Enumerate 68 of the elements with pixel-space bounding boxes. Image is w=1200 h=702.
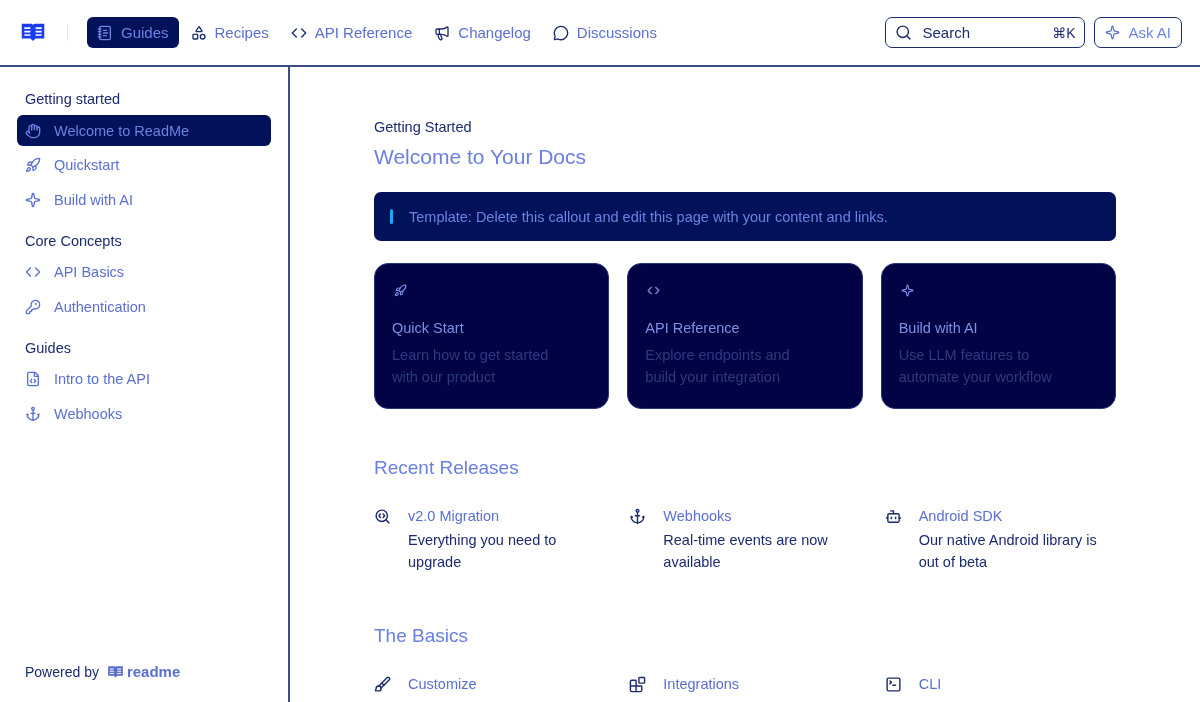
card-title: Quick Start [392, 320, 465, 336]
sidebar-section-title: Core Concepts [24, 232, 123, 249]
terminal-icon [884, 676, 902, 693]
sidebar-section-title: Guides [24, 339, 72, 356]
code-icon [645, 284, 663, 297]
card-description: Explore endpoints and build your integration [645, 346, 791, 387]
callout-accent [390, 209, 393, 224]
powered-by-text: Powered by [25, 663, 99, 680]
link-card[interactable]: Build with AI Use LLM features to automate your workflow [880, 263, 1116, 409]
robot-icon [884, 508, 902, 525]
link-card[interactable]: Quick Start Learn how to get started with our product [374, 263, 610, 409]
callout-text: Template: Delete this callout and edit this page with your content and links. [409, 208, 888, 225]
item-link[interactable]: Customize [408, 675, 477, 693]
book-logo-icon [20, 22, 46, 43]
notebook-icon [97, 24, 113, 41]
chat-bubble-icon [552, 24, 569, 41]
card-description: Use LLM features to automate your workflow [898, 346, 1053, 387]
breadcrumb: Getting Started [374, 119, 473, 135]
item-link[interactable]: Integrations [663, 675, 740, 693]
sparkle-icon [898, 284, 916, 297]
shapes-icon [190, 24, 207, 41]
code-icon [25, 264, 41, 280]
item-link[interactable]: Android SDK [918, 507, 1099, 525]
anchor-icon [25, 405, 41, 422]
search-input[interactable]: Search [920, 23, 1045, 42]
item-description: Everything you need to upgrade [408, 531, 558, 572]
section-heading: Recent Releases [374, 457, 520, 479]
section-heading: The Basics [374, 625, 469, 647]
sidebar-section-title: Getting started [24, 91, 122, 107]
megaphone-icon [434, 24, 451, 41]
nav-tab[interactable]: Recipes [180, 17, 279, 48]
sidebar-item[interactable]: Authentication [17, 291, 271, 322]
nav-tab[interactable]: API Reference [280, 17, 423, 48]
sidebar-item[interactable]: Webhooks [17, 398, 271, 429]
sidebar-item[interactable]: Intro to the API [17, 363, 271, 395]
item-link[interactable]: v2.0 Migration [408, 507, 588, 525]
shortcut-hint: ⌘K [1052, 24, 1076, 41]
card-title: API Reference [645, 320, 741, 336]
link-card[interactable]: API Reference Explore endpoints and build your integration [627, 263, 863, 409]
card-title: Build with AI [898, 320, 979, 336]
sidebar-item[interactable]: Build with AI [17, 184, 271, 215]
hand-icon [25, 122, 41, 139]
sparkle-icon [25, 191, 41, 208]
item-description: Real-time events are now available [663, 531, 829, 572]
rocket-icon [392, 284, 409, 297]
sidebar-item[interactable]: Quickstart [17, 149, 271, 181]
brush-icon [374, 676, 391, 693]
item-description: Our native Android library is out of beta [918, 531, 1098, 572]
nav-tab[interactable]: Changelog [424, 17, 541, 48]
sparkle-icon [1105, 25, 1121, 40]
blocks-icon [629, 676, 647, 693]
rocket-icon [25, 157, 41, 173]
code-file-icon [25, 371, 41, 387]
search-icon [895, 24, 913, 41]
nav-tab[interactable]: Guides [87, 17, 179, 48]
book-icon [106, 664, 124, 679]
item-link[interactable]: Webhooks [663, 507, 844, 525]
sidebar-item[interactable]: Welcome to ReadMe [17, 115, 271, 146]
ask-ai-button[interactable]: Ask AI [1094, 17, 1182, 48]
anchor-icon [629, 508, 647, 525]
key-icon [25, 298, 41, 315]
readme-logo[interactable]: readme [106, 663, 181, 680]
item-link[interactable]: CLI [918, 675, 942, 693]
search-bar[interactable]: Search ⌘K [885, 17, 1086, 48]
page-title: Welcome to Your Docs [374, 145, 588, 169]
nav-tab[interactable]: Discussions [542, 17, 667, 48]
card-description: Learn how to get started with our product [392, 346, 550, 387]
sidebar-item[interactable]: API Basics [17, 256, 271, 288]
